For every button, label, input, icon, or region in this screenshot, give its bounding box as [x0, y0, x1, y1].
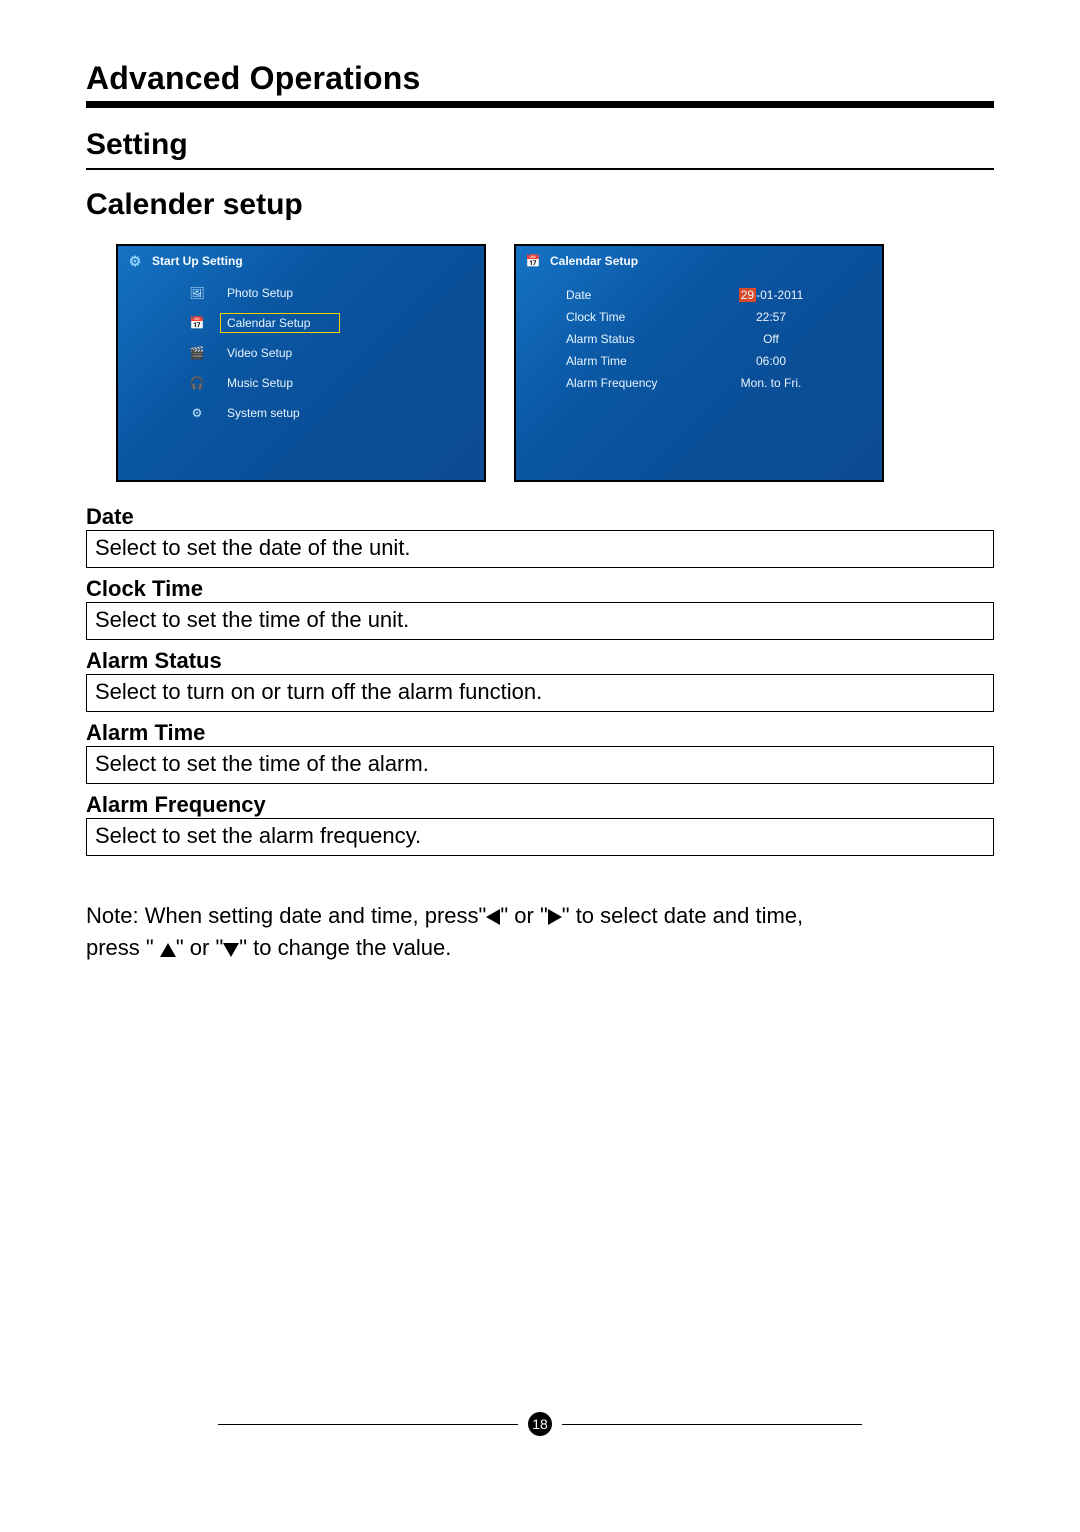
screenshot-calendar-setup: Calendar Setup Date 29-01-2011 Clock Tim… — [514, 244, 884, 482]
screen-right-title: Calendar Setup — [550, 254, 638, 268]
title-rule — [86, 101, 994, 108]
triangle-right-icon — [548, 909, 562, 925]
menu-label: Calendar Setup — [220, 313, 340, 333]
page-title: Advanced Operations — [86, 60, 994, 97]
definition-text: Select to set the alarm frequency. — [86, 818, 994, 856]
triangle-down-icon — [223, 943, 239, 957]
detail-value: 29-01-2011 — [716, 288, 826, 302]
menu-label: System setup — [220, 403, 307, 423]
menu-item-system-setup[interactable]: System setup — [188, 398, 484, 428]
footer-rule-right — [562, 1424, 862, 1425]
detail-row-alarm-time[interactable]: Alarm Time 06:00 — [566, 350, 882, 372]
detail-label: Alarm Frequency — [566, 376, 716, 390]
definition-alarm-time: Alarm Time Select to set the time of the… — [86, 720, 994, 784]
definition-alarm-frequency: Alarm Frequency Select to set the alarm … — [86, 792, 994, 856]
definition-label: Clock Time — [86, 576, 994, 602]
headphones-icon — [188, 376, 206, 390]
screen-left-title: Start Up Setting — [152, 254, 243, 268]
setting-rule — [86, 168, 994, 170]
gear-icon — [188, 406, 206, 420]
definition-text: Select to set the date of the unit. — [86, 530, 994, 568]
detail-row-alarm-frequency[interactable]: Alarm Frequency Mon. to Fri. — [566, 372, 882, 394]
calendar-icon — [524, 252, 542, 270]
detail-row-clock-time[interactable]: Clock Time 22:57 — [566, 306, 882, 328]
menu-item-music-setup[interactable]: Music Setup — [188, 368, 484, 398]
screenshot-startup-setting: Start Up Setting Photo Setup Calendar Se… — [116, 244, 486, 482]
menu-label: Video Setup — [220, 343, 299, 363]
definition-label: Alarm Time — [86, 720, 994, 746]
note-text: Note: When setting date and time, press"… — [86, 900, 994, 964]
definition-text: Select to turn on or turn off the alarm … — [86, 674, 994, 712]
definition-clock-time: Clock Time Select to set the time of the… — [86, 576, 994, 640]
page-footer: 18 — [0, 1412, 1080, 1436]
triangle-left-icon — [486, 909, 500, 925]
menu-label: Music Setup — [220, 373, 300, 393]
page-number: 18 — [528, 1412, 552, 1436]
calender-setup-heading: Calender setup — [86, 188, 994, 222]
triangle-up-icon — [160, 943, 176, 957]
definition-label: Date — [86, 504, 994, 530]
detail-value: Off — [716, 332, 826, 346]
photo-icon — [188, 286, 206, 300]
detail-value: 06:00 — [716, 354, 826, 368]
setting-heading: Setting — [86, 128, 994, 162]
menu-item-video-setup[interactable]: Video Setup — [188, 338, 484, 368]
detail-label: Alarm Status — [566, 332, 716, 346]
definition-text: Select to set the time of the alarm. — [86, 746, 994, 784]
detail-label: Date — [566, 288, 716, 302]
detail-value: 22:57 — [716, 310, 826, 324]
definition-label: Alarm Status — [86, 648, 994, 674]
detail-row-date[interactable]: Date 29-01-2011 — [566, 284, 882, 306]
calendar-icon — [188, 316, 206, 330]
detail-value: Mon. to Fri. — [716, 376, 826, 390]
detail-label: Clock Time — [566, 310, 716, 324]
definition-label: Alarm Frequency — [86, 792, 994, 818]
screenshots-row: Start Up Setting Photo Setup Calendar Se… — [116, 244, 994, 482]
definition-alarm-status: Alarm Status Select to turn on or turn o… — [86, 648, 994, 712]
detail-row-alarm-status[interactable]: Alarm Status Off — [566, 328, 882, 350]
footer-rule-left — [218, 1424, 518, 1425]
definition-date: Date Select to set the date of the unit. — [86, 504, 994, 568]
menu-item-photo-setup[interactable]: Photo Setup — [188, 278, 484, 308]
menu-item-calendar-setup[interactable]: Calendar Setup — [188, 308, 484, 338]
detail-label: Alarm Time — [566, 354, 716, 368]
video-icon — [188, 346, 206, 360]
gear-icon — [126, 252, 144, 270]
menu-label: Photo Setup — [220, 283, 300, 303]
definition-text: Select to set the time of the unit. — [86, 602, 994, 640]
